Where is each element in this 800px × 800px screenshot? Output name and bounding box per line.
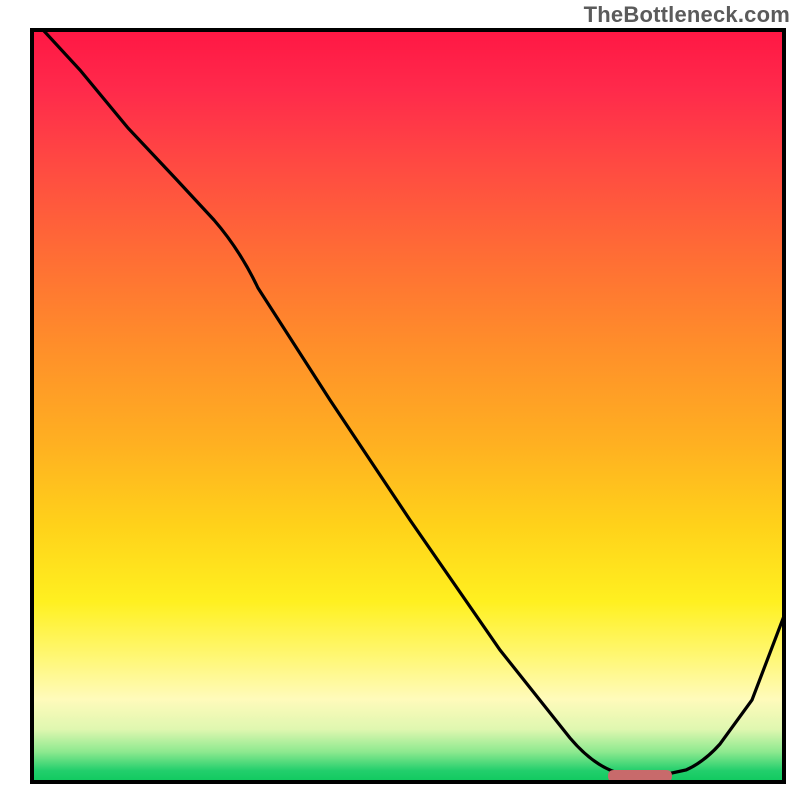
chart-frame: TheBottleneck.com (0, 0, 800, 800)
bottleneck-chart-svg (0, 0, 800, 800)
plot-background (32, 30, 784, 782)
watermark-label: TheBottleneck.com (584, 2, 790, 28)
